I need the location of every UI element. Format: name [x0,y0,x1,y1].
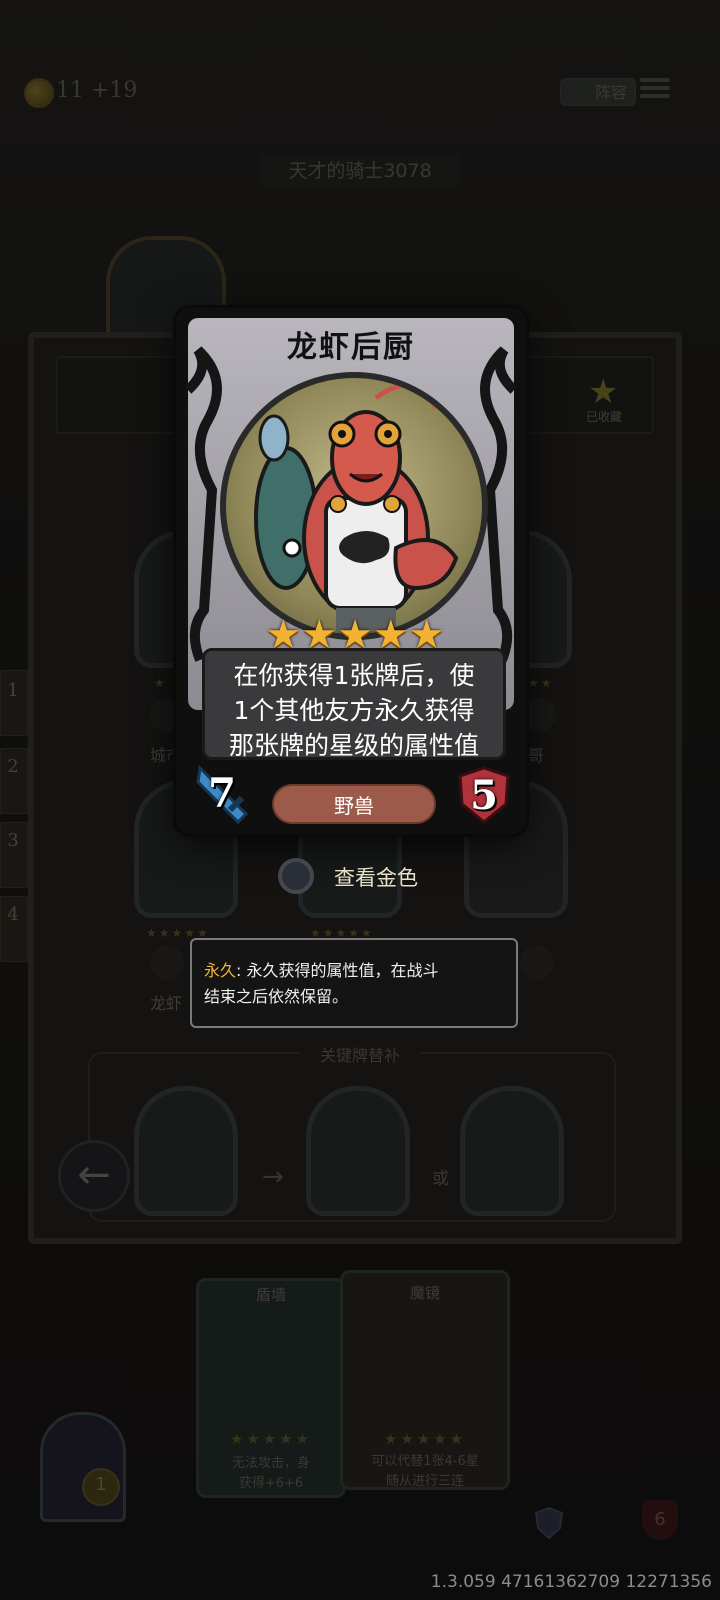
view-golden-label[interactable]: 查看金色 [334,862,418,892]
version-label: 1.3.059 47161362709 12271356 [430,1572,712,1592]
tooltip-keyword: 永久 [204,961,237,980]
view-golden-toggle[interactable] [278,858,314,894]
description-line: 1个其他友方永久获得 [233,696,475,725]
card-title: 龙虾后厨 [287,330,415,365]
card-description: 在你获得1张牌后，使 1个其他友方永久获得 那张牌的星级的属性值 [202,658,506,763]
description-line: 那张牌的星级的属性值 [228,731,479,760]
tooltip-body: : 永久获得的属性值，在战斗 [236,961,439,980]
tooltip-body-line2: 结束之后依然保留。 [204,987,349,1006]
card-art-lobster-chef [220,372,488,640]
health-value: 5 [470,772,498,819]
attack-value: 7 [208,770,236,817]
tribe-label: 野兽 [272,784,436,824]
description-line: 在你获得1张牌后，使 [233,661,475,690]
tooltip-text: 永久: 永久获得的属性值，在战斗 结束之后依然保留。 [204,958,510,1010]
